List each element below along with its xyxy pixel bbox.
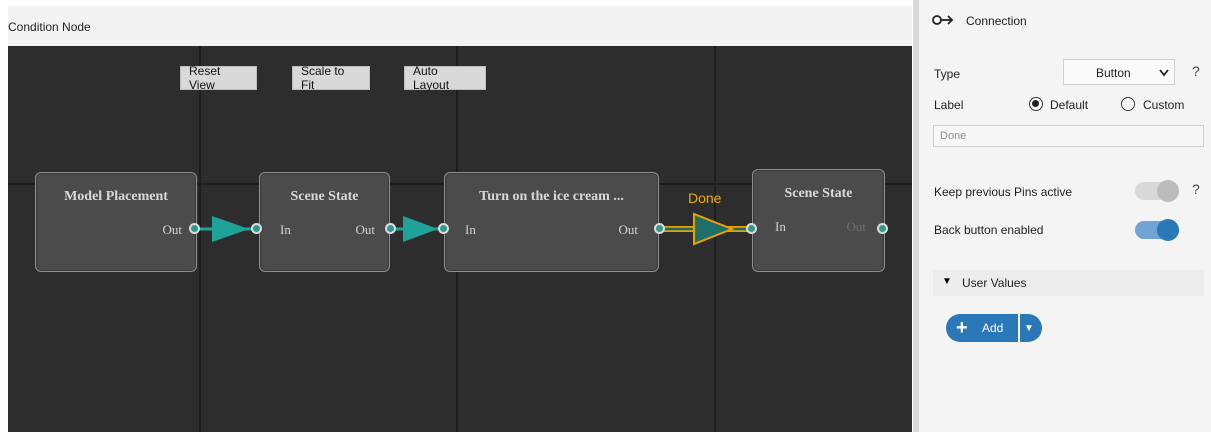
output-pin[interactable] [189,223,200,234]
node-title: Model Placement [64,189,168,204]
node-scene-state[interactable]: Scene State In Out [752,169,885,272]
edge-label: Done [688,190,722,206]
port-in-label: In [280,222,291,237]
input-pin[interactable] [438,223,449,234]
port-in-label: In [775,219,786,234]
port-out-label: Out [618,222,639,237]
add-button-label: Add [982,321,1004,335]
toggle-knob [1157,219,1179,241]
radio-default[interactable] [1029,97,1043,111]
label-input-text: Done [940,130,967,142]
editor-title: Condition Node [8,20,91,34]
panel-title: Connection [966,14,1027,28]
edge-3-selected[interactable] [658,212,750,246]
output-pin[interactable] [877,223,888,234]
node-scene-state[interactable]: Scene State In Out [259,172,390,272]
keep-pins-toggle[interactable] [1135,180,1179,202]
type-select-value: Button [1096,66,1131,80]
node-turn-on-ice-cream[interactable]: Turn on the ice cream ... In Out [444,172,659,272]
chevron-down-icon [1159,69,1169,77]
port-out-label: Out [355,222,376,237]
port-in-label: In [465,222,476,237]
dropdown-arrow-icon[interactable]: ▼ [1024,323,1034,334]
properties-panel: Connection Type Button ? Label Default C… [913,0,1211,432]
node-title: Scene State [784,186,853,201]
input-pin[interactable] [746,223,757,234]
editor-header: Condition Node [8,6,912,47]
split-divider [1018,314,1020,342]
user-values-label: User Values [962,276,1027,290]
input-pin[interactable] [251,223,262,234]
label-label: Label [934,98,964,112]
connection-icon [932,13,954,32]
keep-pins-help-icon[interactable]: ? [1192,181,1200,197]
plus-icon: + [956,317,968,339]
node-title: Turn on the ice cream ... [479,189,624,204]
port-out-label: Out [162,222,183,237]
back-button-toggle[interactable] [1135,219,1179,241]
radio-default-label: Default [1050,98,1089,112]
add-button[interactable]: + Add ▼ [946,314,1042,342]
label-input[interactable]: Done [933,125,1204,147]
keep-pins-label: Keep previous Pins active [934,185,1073,199]
radio-custom[interactable] [1121,97,1135,111]
graph-canvas[interactable]: Reset View Scale to Fit Auto Layout Done… [8,46,912,432]
output-pin[interactable] [385,223,396,234]
type-label: Type [934,67,961,81]
output-pin[interactable] [654,223,665,234]
type-select[interactable]: Button [1063,59,1175,85]
back-button-label: Back button enabled [934,223,1044,237]
toggle-knob [1157,180,1179,202]
port-out-label: Out [846,219,867,234]
user-values-section[interactable]: ▼ User Values [933,270,1204,296]
type-help-icon[interactable]: ? [1192,63,1200,79]
node-model-placement[interactable]: Model Placement Out [35,172,197,272]
triangle-down-icon: ▼ [942,276,952,287]
edge-1[interactable] [196,216,253,242]
radio-custom-label: Custom [1143,98,1185,112]
node-title: Scene State [290,189,359,204]
